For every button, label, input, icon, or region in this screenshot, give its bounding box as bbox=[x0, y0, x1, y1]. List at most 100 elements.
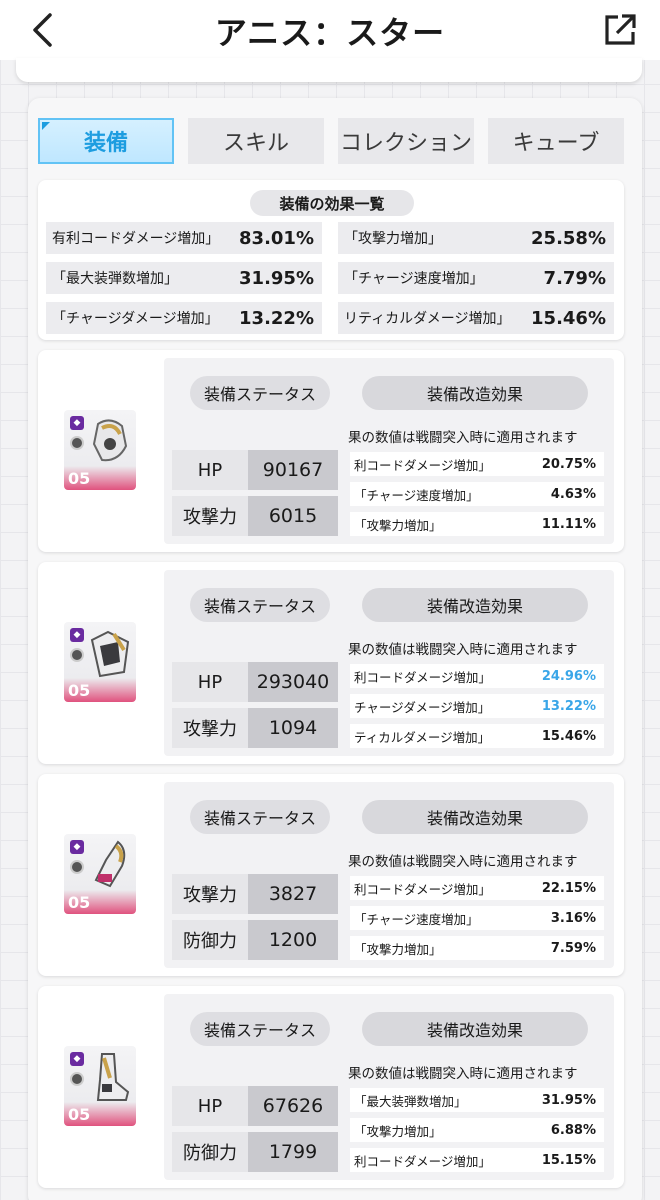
summary-row: 有利コードダメージ増加」 83.01% bbox=[46, 222, 322, 254]
reform-note: 果の数値は戦闘突入時に適用されます bbox=[348, 854, 578, 868]
reform-value: 22.15% bbox=[541, 880, 596, 896]
reform-value: 11.11% bbox=[541, 516, 596, 532]
reform-value: 20.75% bbox=[541, 456, 596, 472]
boots-gear-icon bbox=[96, 1053, 130, 1101]
stat-label: 攻撃力 bbox=[172, 708, 248, 748]
stat-label: 攻撃力 bbox=[172, 496, 248, 536]
summary-title: 装備の効果一覧 bbox=[250, 190, 414, 216]
reform-row: 「最大装弾数増加」 31.95% bbox=[350, 1088, 604, 1112]
equipment-icon[interactable]: ◆ 05 bbox=[64, 622, 136, 702]
reform-value: 13.22% bbox=[541, 698, 596, 714]
equipment-level: 05 bbox=[68, 1105, 91, 1124]
tab-cube[interactable]: キューブ bbox=[488, 118, 624, 164]
reform-label: 「攻撃力増加」 bbox=[354, 1123, 442, 1139]
reform-row: 「攻撃力増加」 7.59% bbox=[350, 936, 604, 960]
manufacturer-badge-icon: ◆ bbox=[70, 840, 84, 854]
summary-value: 13.22% bbox=[239, 307, 314, 329]
reform-row: 「攻撃力増加」 6.88% bbox=[350, 1118, 604, 1142]
slot-badge-icon bbox=[70, 860, 84, 874]
tab-collection[interactable]: コレクション bbox=[338, 118, 474, 164]
effects-summary-card: 装備の効果一覧 有利コードダメージ増加」 83.01% 「攻撃力増加」 25.5… bbox=[38, 180, 624, 340]
reform-note: 果の数値は戦闘突入時に適用されます bbox=[348, 642, 578, 656]
stat-value: 293040 bbox=[248, 662, 338, 702]
equipment-icon[interactable]: ◆ 05 bbox=[64, 410, 136, 490]
summary-value: 25.58% bbox=[531, 227, 606, 249]
reform-row: 「攻撃力増加」 11.11% bbox=[350, 512, 604, 536]
reform-value: 24.96% bbox=[541, 668, 596, 684]
stat-label: HP bbox=[172, 450, 248, 490]
slot-badge-icon bbox=[70, 436, 84, 450]
stat-value: 90167 bbox=[248, 450, 338, 490]
share-button[interactable] bbox=[600, 10, 640, 50]
equipment-details: 装備ステータス 装備改造効果 攻撃力 3827 防御力 1200 果の数値は戦闘… bbox=[164, 782, 614, 968]
gloves-gear-icon bbox=[94, 840, 126, 888]
reform-label: 利コードダメージ増加」 bbox=[354, 881, 491, 897]
reform-header: 装備改造効果 bbox=[362, 588, 588, 622]
stat-label: 防御力 bbox=[172, 1132, 248, 1172]
reform-row: 「チャージ速度増加」 3.16% bbox=[350, 906, 604, 930]
summary-row: 「最大装弾数増加」 31.95% bbox=[46, 262, 322, 294]
equipment-details: 装備ステータス 装備改造効果 HP 90167 攻撃力 6015 果の数値は戦闘… bbox=[164, 358, 614, 544]
reform-value: 15.46% bbox=[541, 728, 596, 744]
tab-skills[interactable]: スキル bbox=[188, 118, 324, 164]
reform-header: 装備改造効果 bbox=[362, 1012, 588, 1046]
reform-label: ティカルダメージ増加」 bbox=[354, 729, 491, 745]
tab-equipment[interactable]: 装備 bbox=[38, 118, 174, 164]
reform-label: 「チャージ速度増加」 bbox=[354, 487, 479, 503]
reform-value: 15.15% bbox=[541, 1152, 596, 1168]
helmet-gear-icon bbox=[92, 419, 128, 462]
status-header: 装備ステータス bbox=[190, 588, 330, 622]
reform-label: 「最大装弾数増加」 bbox=[354, 1093, 467, 1109]
status-header: 装備ステータス bbox=[190, 1012, 330, 1046]
manufacturer-badge-icon: ◆ bbox=[70, 416, 84, 430]
reform-header: 装備改造効果 bbox=[362, 800, 588, 834]
summary-label: 有利コードダメージ増加」 bbox=[52, 231, 220, 247]
reform-label: 「チャージ速度増加」 bbox=[354, 911, 479, 927]
reform-row: 利コードダメージ増加」 20.75% bbox=[350, 452, 604, 476]
app-header: アニス：スター bbox=[0, 0, 660, 60]
summary-value: 83.01% bbox=[239, 227, 314, 249]
tab-bar: 装備 スキル コレクション キューブ bbox=[38, 118, 624, 164]
armor-gear-icon bbox=[90, 630, 130, 678]
reform-row: 利コードダメージ増加」 22.15% bbox=[350, 876, 604, 900]
equipment-level: 05 bbox=[68, 681, 91, 700]
summary-label: 「攻撃力増加」 bbox=[344, 231, 442, 247]
summary-label: 「チャージダメージ増加」 bbox=[52, 311, 219, 327]
reform-note: 果の数値は戦闘突入時に適用されます bbox=[348, 430, 578, 444]
equipment-panel: 装備 スキル コレクション キューブ 装備の効果一覧 有利コードダメージ増加」 … bbox=[28, 98, 642, 1200]
reform-row: 利コードダメージ増加」 24.96% bbox=[350, 664, 604, 688]
manufacturer-badge-icon: ◆ bbox=[70, 1052, 84, 1066]
equipment-card: ◆ 05 装備ステータス 装備改造効果 HP 293040 攻撃力 1094 果… bbox=[38, 562, 624, 764]
equipment-details: 装備ステータス 装備改造効果 HP 293040 攻撃力 1094 果の数値は戦… bbox=[164, 570, 614, 756]
stat-label: 防御力 bbox=[172, 920, 248, 960]
reform-value: 4.63% bbox=[550, 486, 596, 502]
stat-value: 1799 bbox=[248, 1132, 338, 1172]
equipment-icon[interactable]: ◆ 05 bbox=[64, 1046, 136, 1126]
summary-label: 「最大装弾数増加」 bbox=[52, 271, 178, 287]
reform-value: 3.16% bbox=[550, 910, 596, 926]
summary-value: 31.95% bbox=[239, 267, 314, 289]
stat-label: HP bbox=[172, 1086, 248, 1126]
reform-label: 利コードダメージ増加」 bbox=[354, 669, 491, 685]
slot-badge-icon bbox=[70, 648, 84, 662]
summary-row: 「チャージダメージ増加」 13.22% bbox=[46, 302, 322, 334]
page-title: アニス：スター bbox=[214, 14, 446, 52]
reform-header: 装備改造効果 bbox=[362, 376, 588, 410]
reform-label: 利コードダメージ増加」 bbox=[354, 1153, 491, 1169]
reform-note: 果の数値は戦闘突入時に適用されます bbox=[348, 1066, 578, 1080]
stat-value: 6015 bbox=[248, 496, 338, 536]
summary-value: 7.79% bbox=[543, 267, 606, 289]
equipment-card: ◆ 05 装備ステータス 装備改造効果 HP 90167 攻撃力 6015 果の… bbox=[38, 350, 624, 552]
stat-label: 攻撃力 bbox=[172, 874, 248, 914]
reform-row: チャージダメージ増加」 13.22% bbox=[350, 694, 604, 718]
reform-label: チャージダメージ増加」 bbox=[354, 699, 491, 715]
manufacturer-badge-icon: ◆ bbox=[70, 628, 84, 642]
summary-row: リティカルダメージ増加」 15.46% bbox=[338, 302, 614, 334]
stat-label: HP bbox=[172, 662, 248, 702]
reform-value: 31.95% bbox=[541, 1092, 596, 1108]
reform-row: 「チャージ速度増加」 4.63% bbox=[350, 482, 604, 506]
stat-value: 1094 bbox=[248, 708, 338, 748]
equipment-icon[interactable]: ◆ 05 bbox=[64, 834, 136, 914]
slot-badge-icon bbox=[70, 1072, 84, 1086]
reform-label: 「攻撃力増加」 bbox=[354, 941, 442, 957]
